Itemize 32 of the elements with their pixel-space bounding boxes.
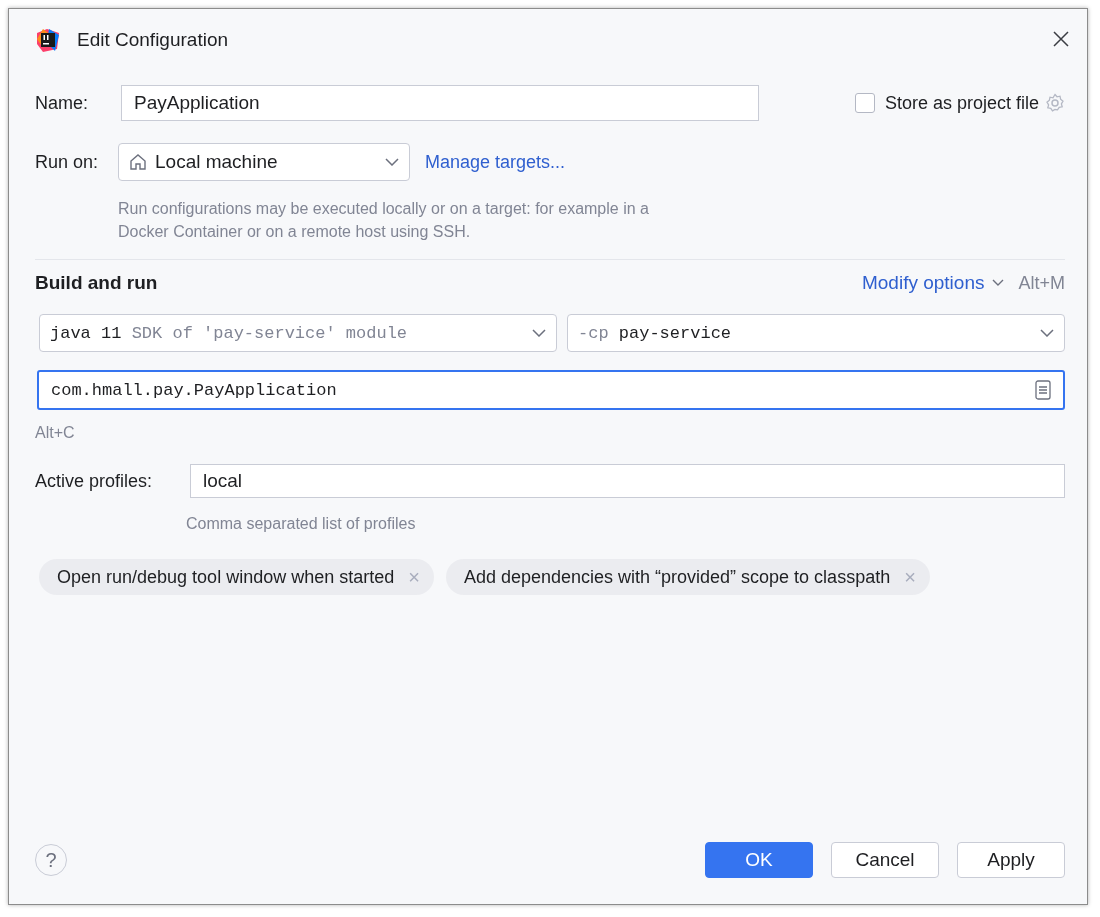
house-icon xyxy=(129,153,147,171)
classpath-dropdown[interactable]: -cp pay-service xyxy=(567,314,1065,352)
active-profiles-field[interactable]: local xyxy=(190,464,1065,498)
manage-targets-link[interactable]: Manage targets... xyxy=(425,151,566,173)
document-icon[interactable] xyxy=(1035,380,1051,400)
store-as-project-file-label[interactable]: Store as project file xyxy=(884,92,1039,114)
store-checkbox[interactable] xyxy=(854,93,875,113)
dialog-button[interactable]: OK xyxy=(705,842,813,878)
option-tag-label: Open run/debug tool window when started xyxy=(57,566,395,588)
help-button[interactable]: ? xyxy=(35,844,67,876)
sdk-dropdown[interactable]: java 11 SDK of 'pay-service' module xyxy=(39,314,557,352)
chevron-down-icon xyxy=(992,279,1005,287)
modify-options-link[interactable]: Modify options xyxy=(861,272,1005,294)
active-profiles-label: Active profiles: xyxy=(35,470,154,492)
app-logo-icon xyxy=(35,27,61,53)
chevron-down-icon xyxy=(385,158,399,166)
run-on-label: Run on: xyxy=(35,151,100,173)
name-label: Name: xyxy=(35,92,89,114)
name-field[interactable]: PayApplication xyxy=(121,85,759,121)
main-class-field[interactable]: com.hmall.pay.PayApplication xyxy=(37,370,1065,410)
chevron-down-icon xyxy=(532,329,546,337)
active-profiles-hint: Comma separated list of profiles xyxy=(186,514,417,534)
dialog-button[interactable]: Cancel xyxy=(831,842,939,878)
chevron-down-icon xyxy=(1040,329,1054,337)
shortcut-hint: Alt+M xyxy=(1018,272,1065,294)
shortcut-hint: Alt+C xyxy=(35,424,75,442)
run-on-dropdown[interactable]: Local machine xyxy=(118,143,410,181)
option-tag-label: Add dependencies with “provided” scope to classpath xyxy=(463,566,891,588)
dialog-button[interactable]: Apply xyxy=(957,842,1065,878)
window-title: Edit Configuration xyxy=(77,29,229,51)
run-on-hint: Run configurations may be executed locally or on a target: for example in a Docker Container or on a remote host using SSH. xyxy=(118,199,650,242)
section-title: Build and run xyxy=(35,272,158,294)
